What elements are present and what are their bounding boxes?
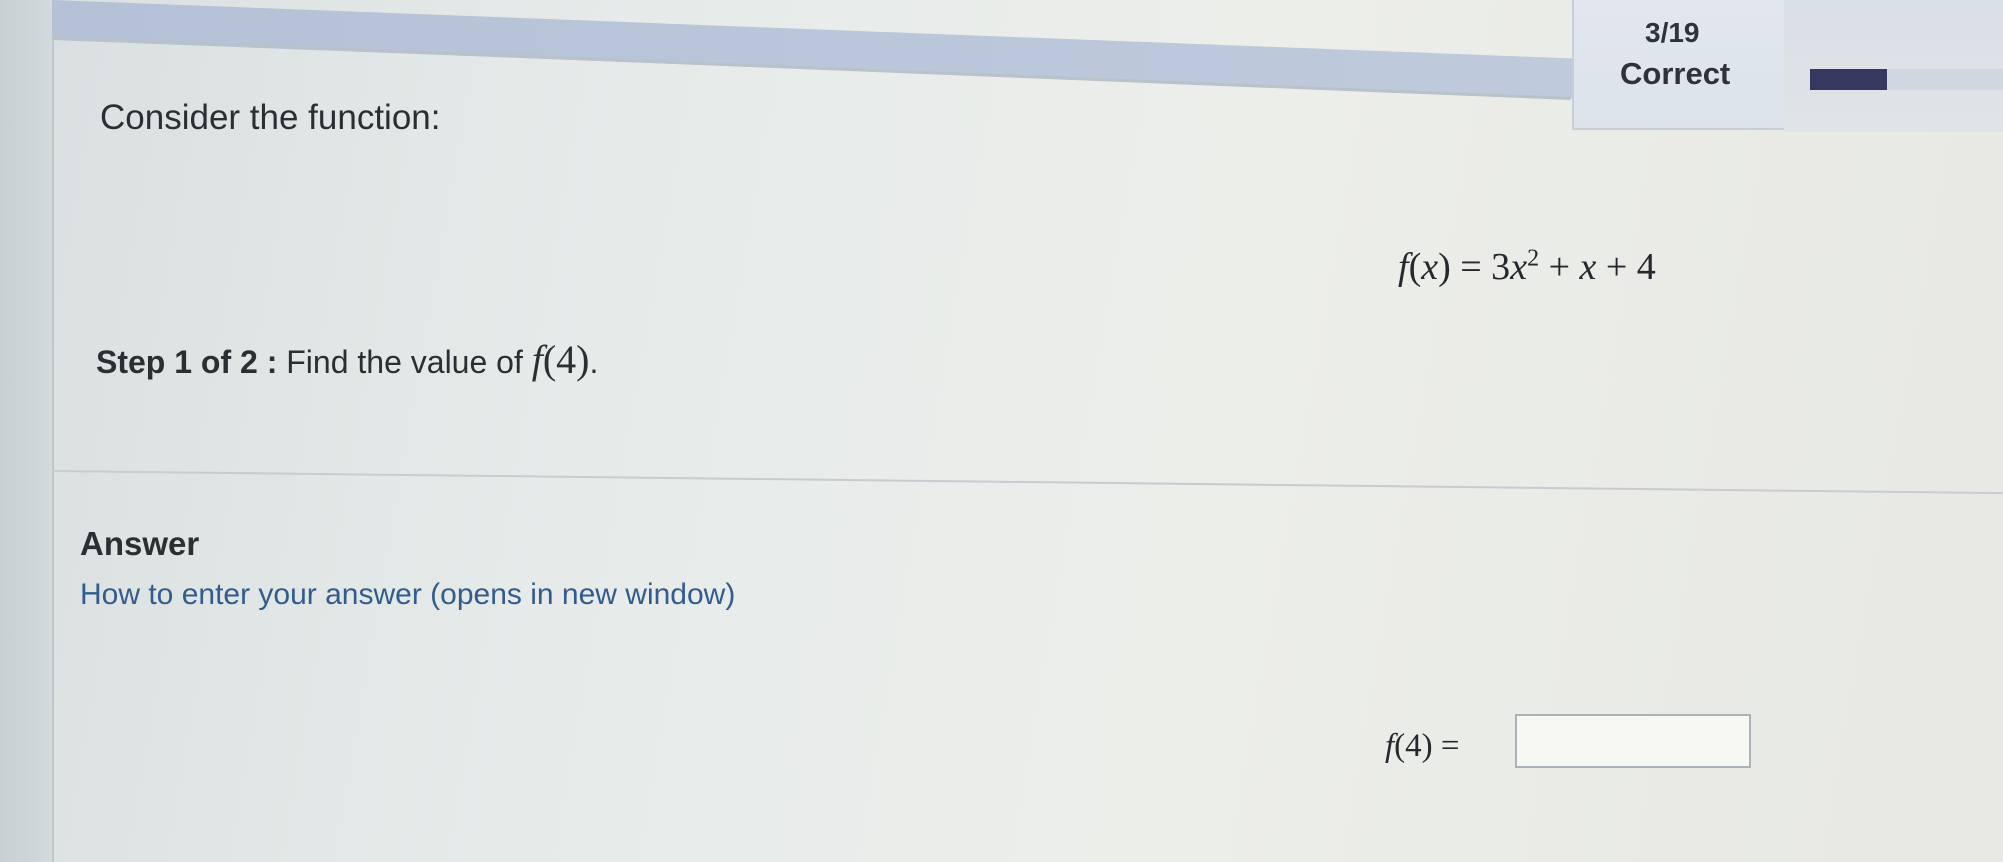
- step-function-name: f: [531, 337, 543, 382]
- function-formula: f(x) = 3x2 + x + 4: [1398, 245, 1656, 288]
- progress-bar: [1810, 69, 2003, 90]
- answer-function-arg: (4) =: [1394, 728, 1460, 764]
- function-name: f: [1398, 246, 1409, 288]
- formula-rhs-c: + 4: [1596, 246, 1656, 288]
- answer-heading: Answer: [80, 525, 200, 562]
- screen: 3/19 Correct Consider the function: f(x)…: [0, 0, 2003, 862]
- formula-exponent: 2: [1527, 245, 1540, 272]
- answer-label: f(4) =: [1385, 728, 1460, 765]
- section-divider: [51, 470, 2003, 495]
- step-function-arg: (4): [542, 337, 590, 382]
- formula-rhs-a: = 3: [1460, 246, 1511, 288]
- progress-bar-fill: [1810, 69, 1888, 90]
- step-text: Find the value of: [286, 344, 523, 380]
- step-label: Step 1 of 2 :: [96, 344, 278, 380]
- left-gutter: [0, 0, 54, 862]
- formula-rhs-b: +: [1548, 246, 1580, 288]
- answer-input[interactable]: [1515, 714, 1751, 768]
- formula-rhs-var-1: x: [1510, 246, 1528, 288]
- formula-rhs-var-2: x: [1579, 246, 1597, 288]
- answer-function-name: f: [1385, 728, 1395, 764]
- progress-area: [1784, 0, 2003, 132]
- step-math: f(4): [532, 337, 590, 382]
- step-end: .: [589, 344, 599, 380]
- header-bar: [52, 0, 1572, 99]
- function-variable: x: [1421, 246, 1439, 288]
- question-intro: Consider the function:: [100, 98, 441, 137]
- how-to-enter-answer-link[interactable]: How to enter your answer (opens in new w…: [80, 578, 735, 612]
- step-instruction: Step 1 of 2 : Find the value of f(4).: [96, 336, 598, 383]
- question-progress-count: 3/19: [1645, 17, 1700, 48]
- question-status: Correct: [1620, 56, 1731, 91]
